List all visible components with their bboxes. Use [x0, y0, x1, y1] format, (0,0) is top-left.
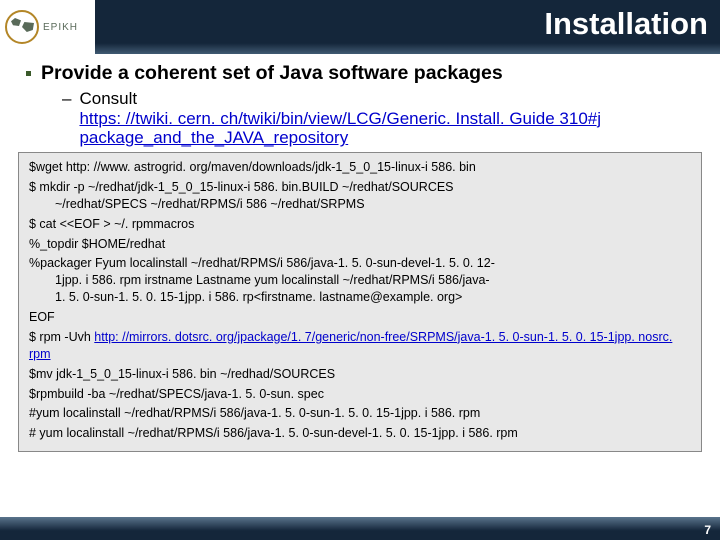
logo-container: EPIKH [0, 0, 95, 54]
dash-icon: – [62, 89, 71, 109]
code-line: #yum localinstall ~/redhat/RPMS/i 586/ja… [29, 405, 691, 422]
bullet-main-text: Provide a coherent set of Java software … [41, 62, 503, 85]
slide-title: Installation [544, 6, 708, 42]
bullet-sub-text: Consult https: //twiki. cern. ch/twiki/b… [79, 89, 702, 148]
globe-icon [5, 10, 39, 44]
code-line: $ mkdir -p ~/redhat/jdk-1_5_0_15-linux-i… [29, 179, 691, 213]
bullet-main-row: Provide a coherent set of Java software … [18, 62, 702, 85]
code-line: # yum localinstall ~/redhat/RPMS/i 586/j… [29, 425, 691, 442]
code-block: $wget http: //www. astrogrid. org/maven/… [18, 152, 702, 452]
code-line: %_topdir $HOME/redhat [29, 236, 691, 253]
epikh-logo: EPIKH [5, 7, 90, 47]
bullet-icon [26, 71, 31, 76]
rpm-link[interactable]: http: //mirrors. dotsrc. org/jpackage/1.… [29, 330, 672, 361]
consult-link[interactable]: https: //twiki. cern. ch/twiki/bin/view/… [79, 109, 601, 148]
code-line: EOF [29, 309, 691, 326]
code-line: $wget http: //www. astrogrid. org/maven/… [29, 159, 691, 176]
code-line: $ rpm -Uvh http: //mirrors. dotsrc. org/… [29, 329, 691, 363]
slide-content: Provide a coherent set of Java software … [0, 54, 720, 148]
code-line: $mv jdk-1_5_0_15-linux-i 586. bin ~/redh… [29, 366, 691, 383]
code-line: %packager Fyum localinstall ~/redhat/RPM… [29, 255, 691, 306]
slide-header: EPIKH Installation [0, 0, 720, 54]
code-line: $rpmbuild -ba ~/redhat/SPECS/java-1. 5. … [29, 386, 691, 403]
slide-footer: 7 [0, 517, 720, 540]
page-number: 7 [704, 523, 711, 537]
code-line: $ cat <<EOF > ~/. rpmmacros [29, 216, 691, 233]
sub-label: Consult [79, 89, 137, 108]
bullet-sub-row: – Consult https: //twiki. cern. ch/twiki… [62, 89, 702, 148]
logo-text: EPIKH [43, 22, 78, 33]
